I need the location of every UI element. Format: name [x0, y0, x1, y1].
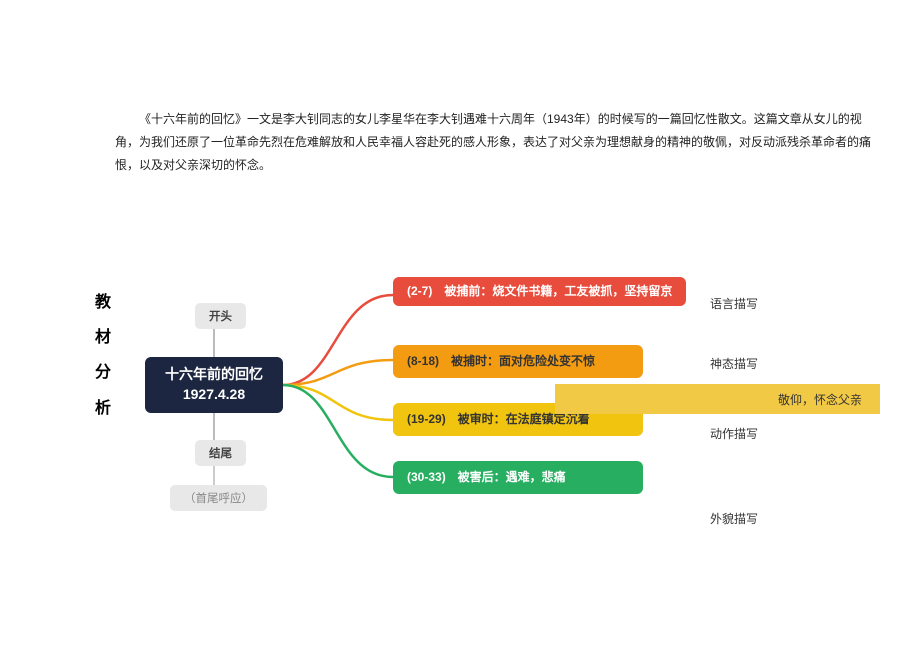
center-node: 十六年前的回忆 1927.4.28 — [145, 357, 283, 413]
conclusion-bar: 敬仰，怀念父亲 — [555, 384, 880, 414]
vertical-section-label: 教 材 分 析 — [95, 285, 113, 426]
vlabel-char: 材 — [95, 320, 113, 355]
tag-ending: 结尾 — [195, 440, 246, 466]
vlabel-char: 教 — [95, 285, 113, 320]
mindmap-diagram: 十六年前的回忆 1927.4.28 开头 结尾 （首尾呼应） (2-7) 被捕前… — [145, 265, 905, 585]
technique-action: 动作描写 — [710, 425, 758, 442]
vlabel-char: 析 — [95, 391, 113, 426]
branch-after-death: (30-33) 被害后：遇难，悲痛 — [393, 461, 643, 494]
technique-expression: 神态描写 — [710, 355, 758, 372]
center-date: 1927.4.28 — [145, 385, 283, 405]
tag-opening: 开头 — [195, 303, 246, 329]
technique-language: 语言描写 — [710, 295, 758, 312]
branch-during-arrest: (8-18) 被捕时：面对危险处变不惊 — [393, 345, 643, 378]
vlabel-char: 分 — [95, 355, 113, 390]
branch-before-arrest: (2-7) 被捕前：烧文件书籍，工友被抓，坚持留京 — [393, 277, 686, 306]
center-title: 十六年前的回忆 — [145, 365, 283, 385]
intro-paragraph: 《十六年前的回忆》一文是李大钊同志的女儿李星华在李大钊遇难十六周年（1943年）… — [115, 108, 885, 176]
technique-appearance: 外貌描写 — [710, 510, 758, 527]
tag-echo: （首尾呼应） — [170, 485, 267, 511]
